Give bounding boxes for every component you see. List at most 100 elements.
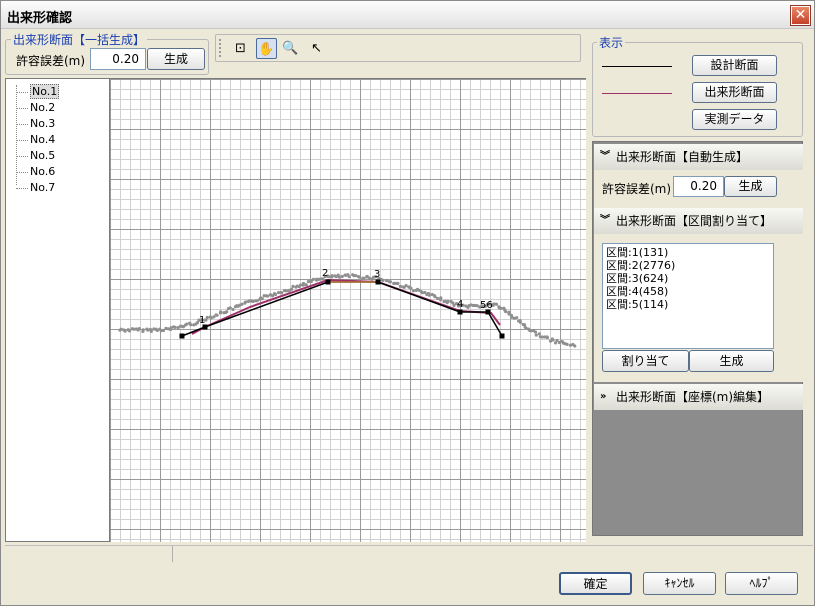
status-bar [5, 545, 813, 562]
close-button[interactable]: ✕ [790, 5, 811, 26]
interval-item[interactable]: 区間:2(2776) [606, 259, 770, 272]
measured-point [280, 291, 284, 295]
measured-point [494, 302, 499, 306]
select-arrow-icon[interactable]: ↖ [306, 38, 327, 59]
measured-point [243, 300, 248, 304]
interval-generate-button[interactable]: 生成 [689, 350, 774, 372]
display-group-legend: 表示 [597, 34, 626, 51]
auto-section-header[interactable]: ︾ 出来形断面【自動生成】 [594, 144, 803, 170]
interval-item[interactable]: 区間:3(624) [606, 272, 770, 285]
measured-data-button[interactable]: 実測データ [692, 109, 777, 130]
interval-section-title: 出来形断面【区間割り当て】 [616, 214, 773, 228]
tree-item-label: No.5 [30, 149, 56, 162]
measured-point [273, 292, 278, 297]
measured-point [504, 310, 508, 314]
point-label-2: 2 [322, 268, 328, 279]
measured-point [340, 274, 344, 279]
measured-point [240, 302, 244, 306]
expand-chevron-icon: » [600, 391, 607, 402]
measured-point [123, 329, 127, 333]
measured-points [118, 273, 577, 348]
view-toolbar: ⊡ ✋ 🔍 ↖ [215, 34, 581, 62]
section-vertex[interactable] [499, 333, 505, 339]
tree-item[interactable]: No.1 [16, 84, 60, 99]
measured-point [215, 313, 219, 317]
coord-section-header[interactable]: » 出来形断面【座標(m)編集】 [594, 384, 803, 410]
toolbar-grip [219, 39, 221, 57]
tree-item[interactable]: No.6 [16, 165, 55, 179]
fit-view-icon[interactable]: ⊡ [230, 38, 251, 59]
point-label-56: 56 [480, 300, 493, 311]
section-vertex[interactable] [457, 309, 463, 315]
design-legend-line [602, 66, 672, 67]
section-vertex[interactable] [325, 279, 331, 285]
tree-item[interactable]: No.7 [16, 181, 55, 195]
measured-point [499, 306, 503, 310]
cross-section-canvas[interactable]: 1 2 3 4 56 [110, 78, 586, 542]
interval-list[interactable]: 区間:1(131) 区間:2(2776) 区間:3(624) 区間:4(458) 区間:… [602, 243, 774, 349]
collapse-chevron-icon: ︾ [600, 151, 610, 162]
section-vertex[interactable] [179, 333, 185, 339]
batch-generate-button[interactable]: 生成 [147, 48, 205, 70]
ok-button[interactable]: 確定 [559, 572, 632, 595]
measured-point [565, 342, 569, 346]
asbuilt-legend-line [602, 93, 672, 94]
cancel-button[interactable]: ｷｬﾝｾﾙ [643, 572, 716, 595]
tree-item[interactable]: No.2 [16, 101, 55, 115]
auto-tolerance-input[interactable]: 0.20 [673, 176, 724, 197]
interval-section-header[interactable]: ︾ 出来形断面【区間割り当て】 [594, 208, 803, 234]
display-group: 表示 設計断面 出来形断面 実測データ [592, 34, 803, 137]
measured-point [337, 275, 342, 279]
auto-generate-button[interactable]: 生成 [724, 176, 777, 197]
pan-hand-icon[interactable]: ✋ [256, 38, 277, 59]
measured-point [396, 281, 400, 285]
batch-tolerance-input[interactable]: 0.20 [90, 48, 146, 70]
measured-point [219, 310, 223, 314]
point-label-3: 3 [374, 269, 380, 280]
title-bar[interactable]: 出来形確認 ✕ [1, 1, 814, 29]
interval-item[interactable]: 区間:5(114) [606, 298, 770, 311]
tree-item-label: No.2 [30, 101, 56, 114]
measured-point [205, 315, 209, 320]
measured-point [404, 283, 408, 288]
interval-item[interactable]: 区間:4(458) [606, 285, 770, 298]
collapse-chevron-icon: ︾ [600, 215, 610, 226]
measured-point [127, 329, 132, 333]
measured-point [515, 316, 519, 320]
measured-point [436, 296, 440, 301]
measured-point [231, 307, 235, 312]
help-button[interactable]: ﾍﾙﾌﾟ [725, 572, 798, 595]
tree-item-label: No.3 [30, 117, 56, 130]
measured-point [427, 293, 431, 297]
interval-item[interactable]: 区間:1(131) [606, 246, 770, 259]
batch-group-legend: 出来形断面【一括生成】 [11, 31, 148, 48]
assign-button[interactable]: 割り当て [602, 350, 689, 372]
section-vertex[interactable] [375, 279, 381, 285]
tree-item-label: No.6 [30, 165, 56, 178]
measured-point [557, 340, 562, 345]
tree-item[interactable]: No.4 [16, 133, 55, 147]
asbuilt-section-button[interactable]: 出来形断面 [692, 82, 777, 103]
design-section-button[interactable]: 設計断面 [692, 55, 777, 76]
point-label-1: 1 [199, 315, 205, 326]
coord-section-title: 出来形断面【座標(m)編集】 [616, 390, 770, 404]
measured-point [534, 333, 538, 337]
measured-point [161, 328, 166, 333]
tree-item[interactable]: No.5 [16, 149, 55, 163]
measured-point [251, 299, 255, 304]
measured-point [311, 277, 315, 281]
measured-point [357, 275, 362, 279]
measured-point [189, 323, 193, 327]
measured-point [185, 322, 189, 326]
measured-point [260, 297, 264, 301]
measured-point [141, 328, 145, 332]
measured-point [225, 310, 229, 314]
measured-point [304, 283, 308, 287]
measured-point [367, 276, 371, 280]
batch-tolerance-label: 許容誤差(m) [16, 54, 86, 68]
zoom-icon[interactable]: 🔍 [280, 38, 301, 59]
tree-item[interactable]: No.3 [16, 117, 55, 131]
section-tree: No.1 No.2 No.3 No.4 No.5 No.6 No.7 [5, 78, 110, 542]
tree-item-label: No.7 [30, 181, 56, 194]
measured-point [533, 330, 538, 334]
